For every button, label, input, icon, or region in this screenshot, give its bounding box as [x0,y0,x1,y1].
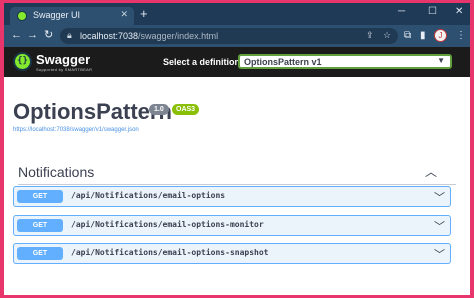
forward-icon[interactable]: → [27,29,38,42]
swagger-logo-subtitle: Supported by SMARTBEAR [36,67,93,72]
swagger-favicon-icon [17,11,27,21]
swagger-logo-icon[interactable]: {} [13,52,32,71]
url-text: localhost:7038/swagger/index.html [80,31,218,41]
swagger-topbar: {} Swagger Supported by SMARTBEAR Select… [4,47,470,77]
close-window-icon[interactable]: ✕ [455,6,463,17]
url-host: localhost:7038 [80,31,139,41]
menu-icon[interactable]: ⋮ [456,30,466,42]
spec-url-link[interactable]: https://localhost:7038/swagger/v1/swagge… [13,127,139,133]
maximize-icon[interactable]: ☐ [428,6,437,17]
operation-path: /api/Notifications/email-options-snapsho… [71,248,269,257]
browser-window: Swagger UI ✕ + ─ ☐ ✕ ← → ↻ 🔒︎ localhost:… [4,3,470,295]
api-title: OptionsPattern [13,99,172,124]
share-icon[interactable]: ⇪ [366,30,374,41]
oas-badge: OAS3 [172,104,200,115]
tag-divider [18,184,456,185]
chevron-up-icon[interactable]: ︿ [425,163,437,180]
operation-path: /api/Notifications/email-options [71,191,226,200]
definition-label: Select a definition [163,57,241,67]
browser-toolbar: ← → ↻ 🔒︎ localhost:7038/swagger/index.ht… [4,25,470,47]
browser-titlebar: Swagger UI ✕ + ─ ☐ ✕ [4,3,470,25]
version-badge: 1.0 [149,104,169,115]
operation-get-email-options-snapshot[interactable]: GET /api/Notifications/email-options-sna… [13,243,451,264]
new-tab-icon[interactable]: + [140,7,148,21]
chevron-down-icon: ▼ [437,56,445,65]
operation-get-email-options-monitor[interactable]: GET /api/Notifications/email-options-mon… [13,215,451,236]
tag-notifications-title[interactable]: Notifications [18,164,94,180]
profile-avatar-icon[interactable]: J [434,29,447,42]
definition-select-value: OptionsPattern v1 [244,57,322,67]
bookmark-star-icon[interactable]: ☆ [383,30,391,41]
tab-close-icon[interactable]: ✕ [120,9,128,20]
chevron-down-icon[interactable]: ﹀ [434,246,445,262]
minimize-icon[interactable]: ─ [398,6,405,17]
extensions-icon[interactable]: ⧉ [404,30,411,42]
url-path: /swagger/index.html [138,31,219,41]
chevron-down-icon[interactable]: ﹀ [434,218,445,234]
lock-icon[interactable]: 🔒︎ [67,30,72,41]
sidebar-icon[interactable]: ▮ [420,30,426,42]
method-badge: GET [17,190,63,203]
tab-title: Swagger UI [33,10,81,20]
swagger-logo-text[interactable]: Swagger [36,52,90,67]
browser-tab[interactable]: Swagger UI ✕ [10,7,134,25]
method-badge: GET [17,247,63,260]
operation-path: /api/Notifications/email-options-monitor [71,220,264,229]
chevron-down-icon[interactable]: ﹀ [434,189,445,205]
reload-icon[interactable]: ↻ [44,29,53,42]
method-badge: GET [17,219,63,232]
definition-select[interactable]: OptionsPattern v1 ▼ [238,54,452,69]
back-icon[interactable]: ← [11,29,22,42]
address-bar[interactable]: 🔒︎ localhost:7038/swagger/index.html ⇪ ☆ [60,28,398,44]
operation-get-email-options[interactable]: GET /api/Notifications/email-options ﹀ [13,186,451,207]
